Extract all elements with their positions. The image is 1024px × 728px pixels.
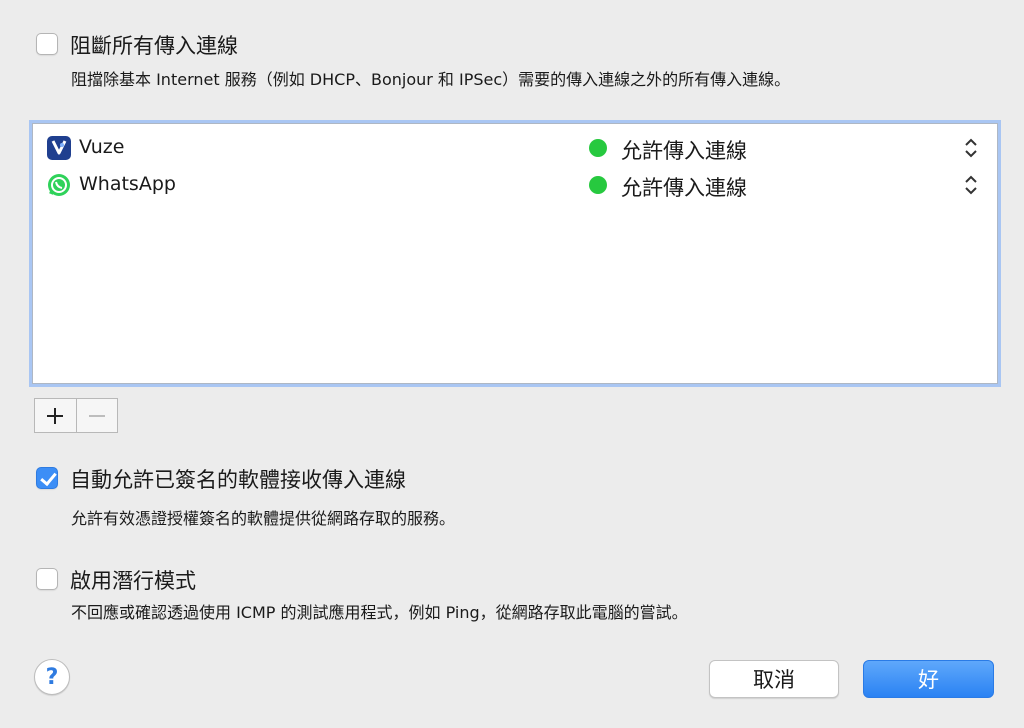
- auto-allow-description: 允許有效憑證授權簽名的軟體提供從網路存取的服務。: [71, 509, 456, 528]
- ok-button[interactable]: 好: [863, 660, 994, 698]
- add-app-button[interactable]: [35, 399, 77, 432]
- app-status: 允許傳入連線: [621, 176, 747, 200]
- app-row-whatsapp[interactable]: WhatsApp 允許傳入連線: [33, 166, 997, 203]
- vuze-icon: [47, 136, 71, 160]
- auto-allow-checkbox[interactable]: [36, 467, 58, 489]
- auto-allow-title: 自動允許已簽名的軟體接收傳入連線: [70, 468, 406, 492]
- remove-app-button[interactable]: [77, 399, 118, 432]
- status-stepper-icon[interactable]: [961, 172, 981, 198]
- status-stepper-icon[interactable]: [961, 135, 981, 161]
- minus-icon: [88, 414, 105, 417]
- stealth-mode-title: 啟用潛行模式: [70, 569, 196, 593]
- help-button[interactable]: ?: [34, 659, 70, 695]
- app-row-vuze[interactable]: Vuze 允許傳入連線: [33, 129, 997, 166]
- app-status: 允許傳入連線: [621, 139, 747, 163]
- block-all-checkbox[interactable]: [36, 33, 58, 55]
- cancel-button[interactable]: 取消: [709, 660, 839, 698]
- whatsapp-icon: [47, 173, 71, 197]
- status-dot-icon: [589, 139, 607, 157]
- block-all-title: 阻斷所有傳入連線: [70, 34, 238, 58]
- plus-icon: [47, 407, 64, 424]
- list-controls: [34, 398, 118, 433]
- app-name: WhatsApp: [79, 173, 176, 195]
- status-dot-icon: [589, 176, 607, 194]
- stealth-mode-checkbox[interactable]: [36, 568, 58, 590]
- stealth-mode-description: 不回應或確認透過使用 ICMP 的測試應用程式，例如 Ping，從網路存取此電腦…: [71, 603, 688, 622]
- app-name: Vuze: [79, 136, 125, 158]
- app-list[interactable]: Vuze 允許傳入連線 WhatsApp 允許傳入連線: [32, 123, 998, 384]
- block-all-description: 阻擋除基本 Internet 服務（例如 DHCP、Bonjour 和 IPSe…: [71, 70, 791, 89]
